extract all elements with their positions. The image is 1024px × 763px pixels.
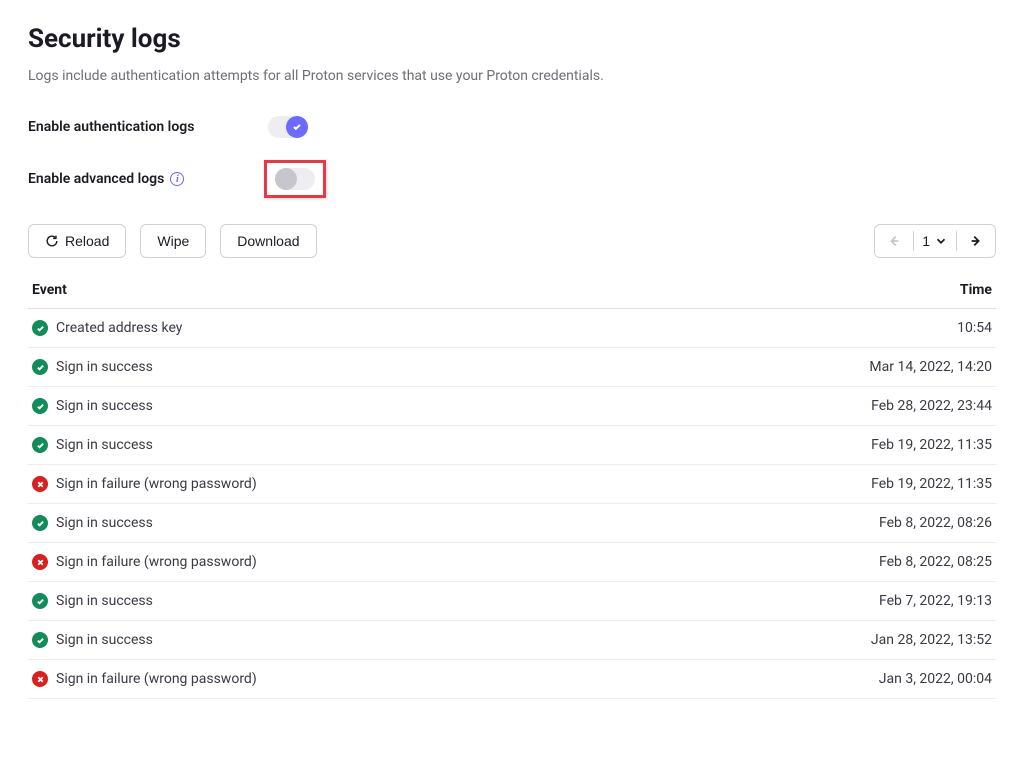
time-cell: Feb 19, 2022, 11:35 — [648, 465, 996, 504]
time-cell: 10:54 — [648, 309, 996, 348]
event-cell: Sign in failure (wrong password) — [28, 543, 648, 582]
check-icon — [292, 122, 302, 132]
table-row: Created address key 10:54 — [28, 309, 996, 348]
time-cell: Jan 3, 2022, 00:04 — [648, 660, 996, 699]
table-row: Sign in success Jan 28, 2022, 13:52 — [28, 621, 996, 660]
page-title: Security logs — [28, 24, 996, 54]
pager-prev[interactable] — [875, 226, 913, 256]
event-text: Sign in failure (wrong password) — [56, 554, 257, 570]
event-cell: Sign in success — [28, 582, 648, 621]
event-text: Sign in success — [56, 632, 153, 648]
table-row: Sign in success Feb 19, 2022, 11:35 — [28, 426, 996, 465]
failure-icon — [32, 671, 48, 687]
event-text: Sign in success — [56, 593, 153, 609]
info-icon[interactable]: i — [170, 172, 184, 186]
col-event: Event — [28, 272, 648, 309]
setting-auth-logs-label: Enable authentication logs — [28, 119, 264, 135]
event-cell: Sign in failure (wrong password) — [28, 465, 648, 504]
logs-table: Event Time Created address key10:54Sign … — [28, 272, 996, 699]
setting-advanced-logs-text: Enable advanced logs — [28, 171, 164, 187]
toggle-auth-logs-wrap — [264, 112, 312, 142]
wipe-button[interactable]: Wipe — [140, 224, 206, 258]
failure-icon — [32, 554, 48, 570]
reload-icon — [45, 234, 59, 248]
time-cell: Feb 8, 2022, 08:25 — [648, 543, 996, 582]
event-cell: Sign in success — [28, 504, 648, 543]
col-time: Time — [648, 272, 996, 309]
download-button[interactable]: Download — [220, 224, 316, 258]
time-cell: Feb 28, 2022, 23:44 — [648, 387, 996, 426]
success-icon — [32, 398, 48, 414]
success-icon — [32, 320, 48, 336]
setting-advanced-logs: Enable advanced logs i — [28, 160, 996, 198]
table-row: Sign in success Feb 8, 2022, 08:26 — [28, 504, 996, 543]
success-icon — [32, 359, 48, 375]
event-text: Sign in success — [56, 359, 153, 375]
event-text: Sign in success — [56, 515, 153, 531]
event-cell: Sign in success — [28, 426, 648, 465]
toggle-knob — [286, 116, 308, 138]
event-cell: Sign in success — [28, 621, 648, 660]
setting-auth-logs: Enable authentication logs — [28, 112, 996, 142]
toggle-auth-logs[interactable] — [268, 116, 308, 138]
time-cell: Mar 14, 2022, 14:20 — [648, 348, 996, 387]
time-cell: Feb 7, 2022, 19:13 — [648, 582, 996, 621]
success-icon — [32, 437, 48, 453]
success-icon — [32, 515, 48, 531]
reload-button[interactable]: Reload — [28, 224, 126, 258]
time-cell: Feb 8, 2022, 08:26 — [648, 504, 996, 543]
table-row: Sign in success Mar 14, 2022, 14:20 — [28, 348, 996, 387]
success-icon — [32, 632, 48, 648]
arrow-left-icon — [887, 234, 901, 248]
pager-current-page: 1 — [922, 233, 930, 249]
event-text: Created address key — [56, 320, 182, 336]
toggle-advanced-logs-highlight — [264, 160, 326, 198]
toolbar: Reload Wipe Download 1 — [28, 224, 996, 258]
setting-advanced-logs-label: Enable advanced logs i — [28, 171, 264, 187]
toggle-advanced-logs[interactable] — [275, 168, 315, 190]
event-text: Sign in failure (wrong password) — [56, 671, 257, 687]
event-cell: Sign in success — [28, 348, 648, 387]
time-cell: Jan 28, 2022, 13:52 — [648, 621, 996, 660]
event-cell: Sign in failure (wrong password) — [28, 660, 648, 699]
event-cell: Created address key — [28, 309, 648, 348]
table-row: Sign in success Feb 7, 2022, 19:13 — [28, 582, 996, 621]
event-text: Sign in success — [56, 398, 153, 414]
wipe-label: Wipe — [157, 233, 189, 249]
table-row: Sign in failure (wrong password) Jan 3, 2… — [28, 660, 996, 699]
toggle-knob — [275, 168, 297, 190]
reload-label: Reload — [65, 233, 109, 249]
page-description: Logs include authentication attempts for… — [28, 68, 996, 84]
pagination: 1 — [874, 224, 996, 258]
table-row: Sign in failure (wrong password) Feb 19, … — [28, 465, 996, 504]
failure-icon — [32, 476, 48, 492]
event-cell: Sign in success — [28, 387, 648, 426]
time-cell: Feb 19, 2022, 11:35 — [648, 426, 996, 465]
pager-next[interactable] — [957, 226, 995, 256]
success-icon — [32, 593, 48, 609]
chevron-down-icon — [934, 234, 948, 248]
pager-page-select[interactable]: 1 — [914, 225, 956, 257]
table-row: Sign in success Feb 28, 2022, 23:44 — [28, 387, 996, 426]
event-text: Sign in failure (wrong password) — [56, 476, 257, 492]
button-group: Reload Wipe Download — [28, 224, 317, 258]
download-label: Download — [237, 233, 299, 249]
table-row: Sign in failure (wrong password) Feb 8, 2… — [28, 543, 996, 582]
arrow-right-icon — [969, 234, 983, 248]
event-text: Sign in success — [56, 437, 153, 453]
